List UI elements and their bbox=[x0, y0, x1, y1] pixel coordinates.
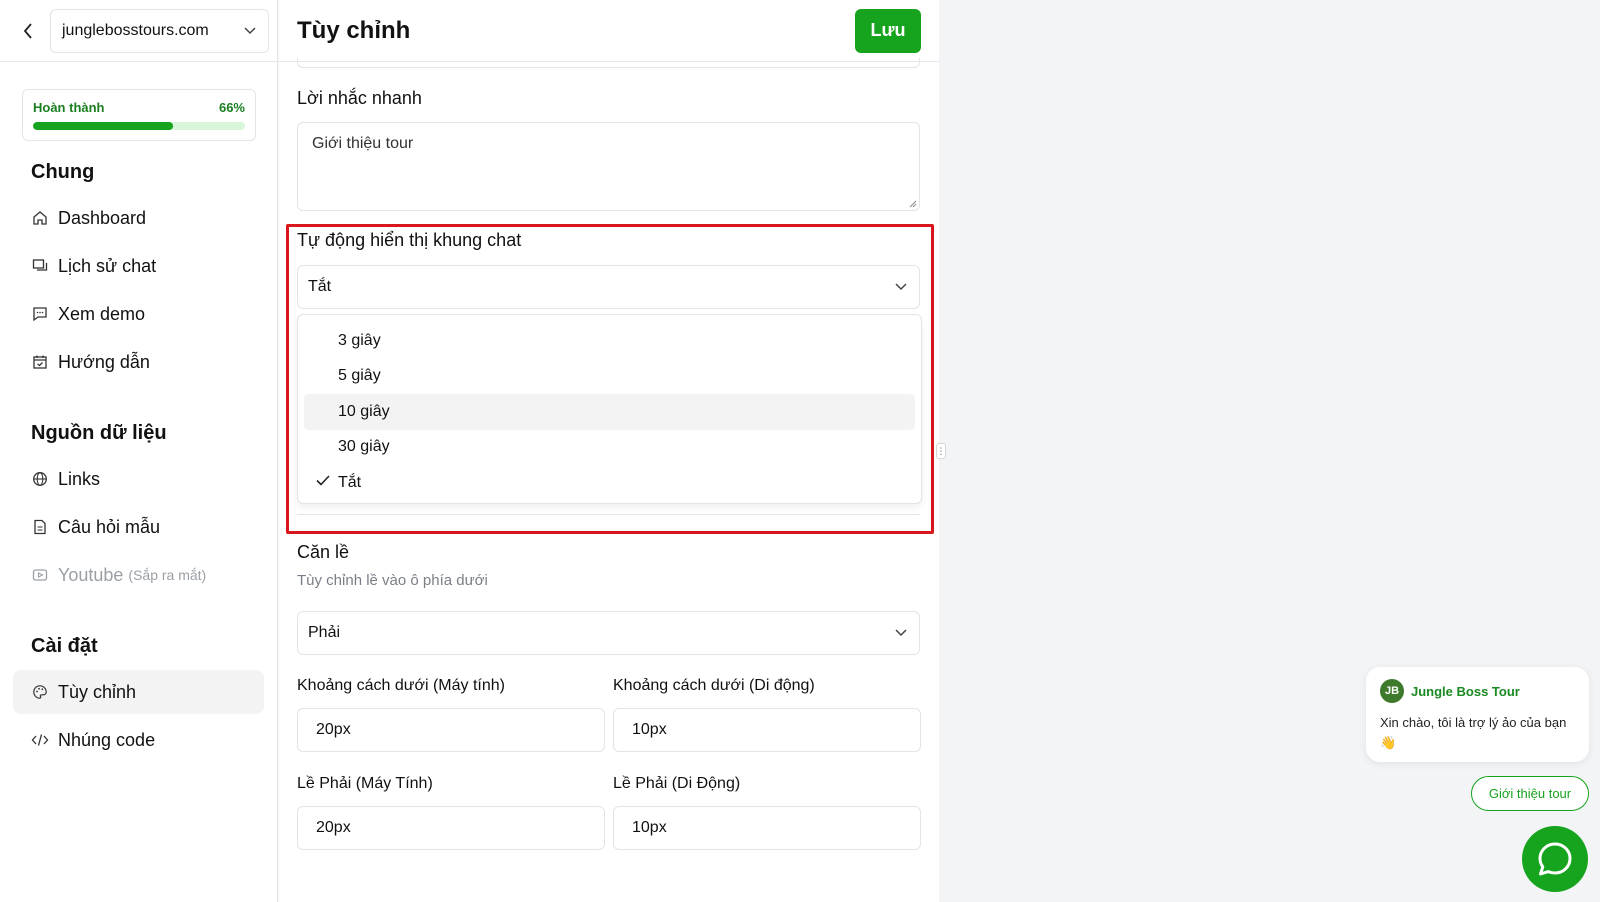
option-30s[interactable]: 30 giây bbox=[304, 430, 915, 466]
progress-track bbox=[33, 122, 245, 130]
calendar-check-icon bbox=[31, 353, 49, 371]
right-mobile-label: Lề Phải (Di Động) bbox=[613, 775, 741, 792]
home-icon bbox=[31, 209, 49, 227]
chat-launcher-button[interactable] bbox=[1522, 826, 1588, 892]
sidebar-item-customize[interactable]: Tùy chỉnh bbox=[13, 670, 264, 714]
chevron-down-icon bbox=[895, 629, 907, 637]
message-icon bbox=[31, 305, 49, 323]
sidebar-item-embed[interactable]: Nhúng code bbox=[13, 718, 264, 762]
palette-icon bbox=[31, 683, 49, 701]
sidebar-item-label: Dashboard bbox=[58, 207, 147, 228]
domain-select[interactable]: junglebosstours.com bbox=[50, 8, 269, 53]
customize-panel: Tùy chỉnh Lưu Lời nhắc nhanh Giới thiệu … bbox=[279, 0, 939, 902]
panel-resize-handle[interactable]: ⋮ bbox=[936, 443, 946, 459]
chat-bubble-icon bbox=[1538, 842, 1572, 876]
sidebar-item-label: Câu hỏi mẫu bbox=[58, 516, 161, 537]
option-3s[interactable]: 3 giây bbox=[304, 323, 915, 359]
progress-card: Hoàn thành 66% bbox=[22, 89, 256, 141]
section-settings: Cài đặt bbox=[31, 635, 98, 657]
bottom-desktop-label: Khoảng cách dưới (Máy tính) bbox=[297, 677, 505, 694]
quick-prompt-label: Lời nhắc nhanh bbox=[297, 88, 422, 108]
alignment-select[interactable]: Phải bbox=[297, 611, 920, 655]
bot-name: Jungle Boss Tour bbox=[1411, 683, 1520, 699]
sidebar-item-guide[interactable]: Hướng dẫn bbox=[13, 340, 264, 384]
right-mobile-value: 10px bbox=[632, 819, 667, 836]
sidebar-item-youtube: Youtube (Sắp ra mắt) bbox=[13, 553, 264, 597]
chevron-down-icon bbox=[244, 26, 256, 34]
sidebar-item-label: Hướng dẫn bbox=[58, 351, 150, 372]
sidebar-item-label: Links bbox=[58, 468, 101, 489]
panel-header: Tùy chỉnh Lưu bbox=[279, 0, 939, 62]
divider bbox=[297, 514, 920, 515]
bottom-desktop-value: 20px bbox=[316, 721, 351, 738]
back-button[interactable] bbox=[18, 21, 38, 41]
bottom-mobile-value: 10px bbox=[632, 721, 667, 738]
chevron-down-icon bbox=[895, 283, 907, 291]
document-icon bbox=[31, 518, 49, 536]
section-general: Chung bbox=[31, 161, 95, 183]
sidebar-item-dashboard[interactable]: Dashboard bbox=[13, 196, 264, 240]
coming-soon-label: (Sắp ra mắt) bbox=[128, 567, 207, 583]
option-off-label: Tắt bbox=[338, 473, 362, 491]
alignment-selected: Phải bbox=[308, 624, 341, 641]
section-data-sources: Nguồn dữ liệu bbox=[31, 422, 167, 444]
auto-show-select[interactable]: Tắt bbox=[297, 265, 920, 309]
youtube-icon bbox=[31, 566, 49, 584]
domain-value: junglebosstours.com bbox=[62, 21, 209, 39]
quick-reply-button[interactable]: Giới thiệu tour bbox=[1471, 776, 1589, 811]
code-icon bbox=[31, 731, 49, 749]
save-button[interactable]: Lưu bbox=[855, 8, 921, 53]
option-10s[interactable]: 10 giây bbox=[304, 394, 915, 430]
page-title: Tùy chỉnh bbox=[297, 16, 411, 44]
sidebar-item-label: Lịch sử chat bbox=[58, 255, 157, 276]
globe-icon bbox=[31, 470, 49, 488]
auto-show-selected: Tắt bbox=[308, 278, 332, 295]
chevron-left-icon bbox=[23, 22, 32, 39]
sidebar-item-chat-history[interactable]: Lịch sử chat bbox=[13, 244, 264, 288]
sidebar-item-demo[interactable]: Xem demo bbox=[13, 292, 264, 336]
progress-label: Hoàn thành bbox=[33, 100, 105, 115]
sidebar-item-label: Xem demo bbox=[58, 303, 146, 324]
right-desktop-value: 20px bbox=[316, 819, 351, 836]
sidebar-header: junglebosstours.com bbox=[0, 0, 277, 62]
greeting-text: Xin chào, tôi là trợ lý ảo của bạn 👋 bbox=[1380, 715, 1567, 750]
chat-greeting-bubble: JB Jungle Boss Tour Xin chào, tôi là trợ… bbox=[1366, 667, 1589, 762]
progress-fill bbox=[33, 122, 173, 130]
option-5s[interactable]: 5 giây bbox=[304, 359, 915, 395]
sidebar-item-label: Tùy chỉnh bbox=[58, 681, 137, 702]
sidebar-item-label: Youtube bbox=[58, 564, 124, 585]
bottom-desktop-input[interactable]: 20px bbox=[297, 708, 605, 752]
progress-percent: 66% bbox=[218, 100, 245, 115]
quick-prompt-value: Giới thiệu tour bbox=[312, 135, 414, 152]
right-mobile-input[interactable]: 10px bbox=[613, 806, 921, 850]
bottom-mobile-label: Khoảng cách dưới (Di động) bbox=[613, 677, 815, 694]
sidebar-item-sample-questions[interactable]: Câu hỏi mẫu bbox=[13, 505, 264, 549]
previous-textarea[interactable] bbox=[297, 58, 920, 68]
check-icon bbox=[316, 475, 330, 486]
sidebar-item-label: Nhúng code bbox=[58, 729, 156, 750]
quick-prompt-textarea[interactable]: Giới thiệu tour bbox=[297, 122, 920, 211]
auto-show-dropdown: 3 giây 5 giây 10 giây 30 giây Tắt bbox=[297, 314, 922, 504]
bot-logo: JB bbox=[1380, 679, 1404, 703]
sidebar-item-links[interactable]: Links bbox=[13, 457, 264, 501]
alignment-hint: Tùy chỉnh lề vào ô phía dưới bbox=[297, 572, 488, 589]
resize-handle-icon[interactable] bbox=[907, 198, 917, 208]
right-desktop-input[interactable]: 20px bbox=[297, 806, 605, 850]
chat-history-icon bbox=[31, 257, 49, 275]
bottom-mobile-input[interactable]: 10px bbox=[613, 708, 921, 752]
sidebar: junglebosstours.com Hoàn thành 66% Chung… bbox=[0, 0, 278, 902]
right-desktop-label: Lề Phải (Máy Tính) bbox=[297, 775, 433, 792]
auto-show-label: Tự động hiển thị khung chat bbox=[297, 230, 522, 250]
alignment-label: Căn lề bbox=[297, 542, 350, 562]
option-off[interactable]: Tắt bbox=[304, 465, 915, 501]
